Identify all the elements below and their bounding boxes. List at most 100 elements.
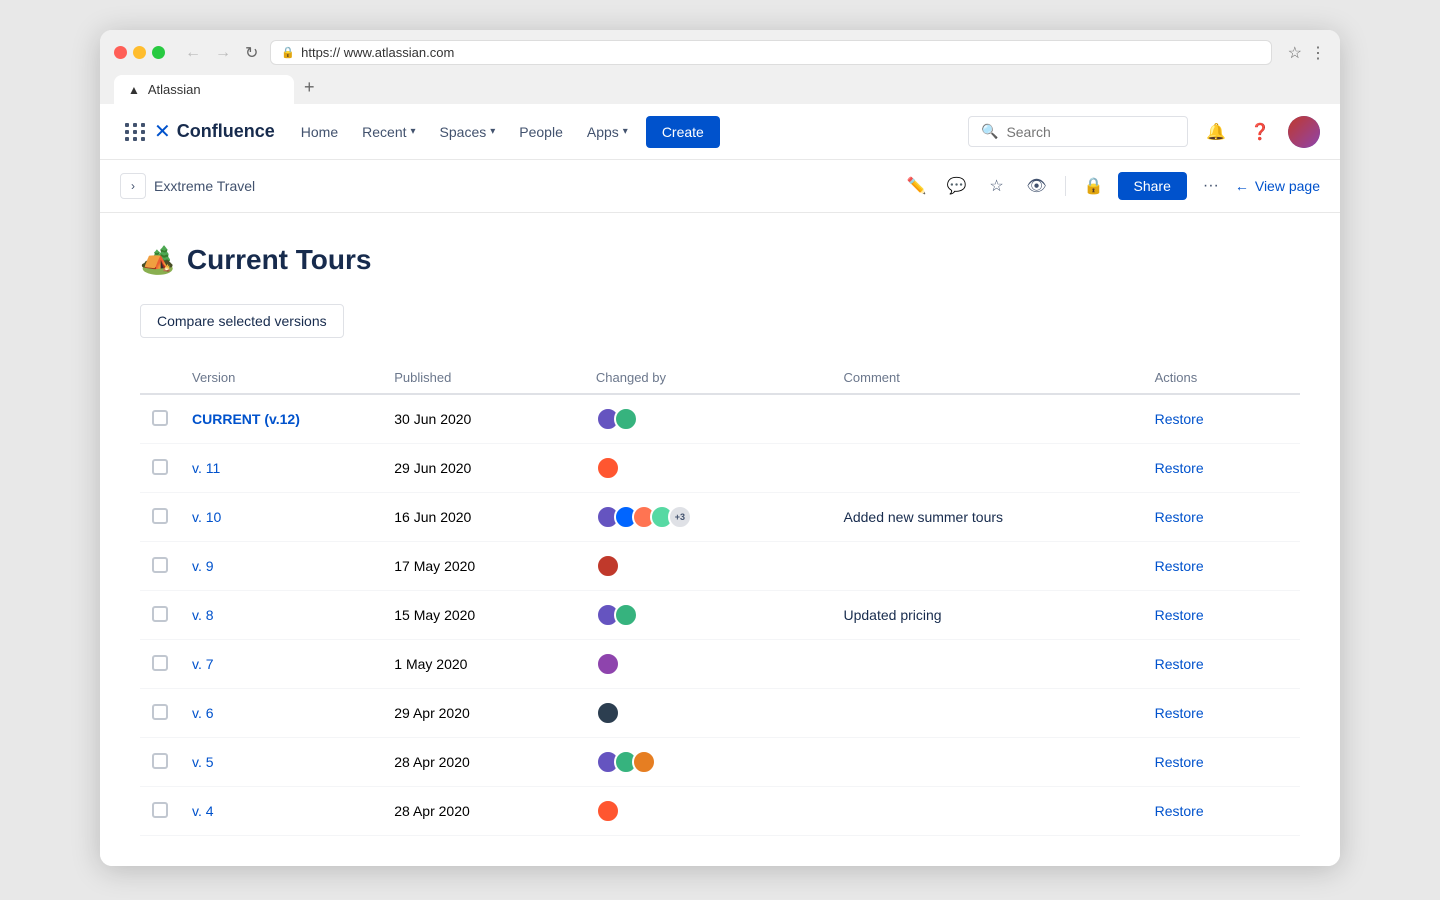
versions-table: Version Published Changed by Comment Act	[140, 362, 1300, 836]
page-title-text: Current Tours	[187, 244, 372, 276]
avatars-group	[596, 750, 820, 774]
avatars-group	[596, 701, 820, 725]
reload-button[interactable]: ↻	[241, 41, 262, 65]
version-checkbox[interactable]	[152, 753, 168, 769]
nav-recent[interactable]: Recent ▾	[352, 116, 425, 148]
restore-button[interactable]: Restore	[1155, 656, 1204, 672]
close-traffic-light[interactable]	[114, 46, 127, 59]
table-row: v. 6 29 Apr 2020 Restore	[140, 689, 1300, 738]
avatars-group	[596, 799, 820, 823]
restrict-button[interactable]: 🔒	[1078, 170, 1110, 202]
version-checkbox[interactable]	[152, 410, 168, 426]
avatar-count: +3	[668, 505, 692, 529]
version-checkbox[interactable]	[152, 508, 168, 524]
nav-home[interactable]: Home	[291, 116, 348, 148]
restore-button[interactable]: Restore	[1155, 803, 1204, 819]
logo-text: Confluence	[177, 121, 275, 142]
share-button[interactable]: Share	[1118, 172, 1187, 200]
nav-spaces[interactable]: Spaces ▾	[430, 116, 506, 148]
version-link[interactable]: CURRENT (v.12)	[192, 411, 300, 427]
comment-button[interactable]: 💬	[941, 170, 973, 202]
version-checkbox[interactable]	[152, 606, 168, 622]
recent-chevron-icon: ▾	[411, 126, 416, 137]
help-button[interactable]: ❓	[1244, 116, 1276, 148]
restore-button[interactable]: Restore	[1155, 607, 1204, 623]
published-date: 28 Apr 2020	[394, 803, 470, 819]
page-toolbar: › Exxtreme Travel ✏️ 💬 ☆ 👁 🔒 Share ··· ←…	[100, 160, 1340, 213]
search-icon: 🔍	[981, 123, 998, 140]
th-actions: Actions	[1143, 362, 1300, 394]
back-button[interactable]: ←	[181, 41, 205, 65]
th-comment: Comment	[832, 362, 1143, 394]
bookmark-button[interactable]: ☆	[1288, 43, 1302, 63]
version-checkbox[interactable]	[152, 802, 168, 818]
version-link[interactable]: v. 5	[192, 754, 214, 770]
table-row: v. 4 28 Apr 2020 Restore	[140, 787, 1300, 836]
table-row: v. 10 16 Jun 2020 +3 Added new summe	[140, 493, 1300, 542]
version-link[interactable]: v. 7	[192, 656, 214, 672]
tab-bar: ▲ Atlassian +	[114, 73, 1326, 104]
restore-button[interactable]: Restore	[1155, 411, 1204, 427]
published-date: 30 Jun 2020	[394, 411, 471, 427]
notifications-button[interactable]: 🔔	[1200, 116, 1232, 148]
version-checkbox[interactable]	[152, 557, 168, 573]
published-date: 16 Jun 2020	[394, 509, 471, 525]
nav-logo[interactable]: ✕ Confluence	[154, 119, 275, 144]
th-published: Published	[382, 362, 584, 394]
address-bar[interactable]: 🔒 https:// www.atlassian.com	[270, 40, 1271, 65]
browser-chrome: ← → ↻ 🔒 https:// www.atlassian.com ☆ ⋮ ▲…	[100, 30, 1340, 104]
avatars-group	[596, 407, 820, 431]
menu-button[interactable]: ⋮	[1310, 43, 1326, 63]
search-input[interactable]	[1006, 124, 1175, 140]
forward-button[interactable]: →	[211, 41, 235, 65]
version-link[interactable]: v. 10	[192, 509, 221, 525]
minimize-traffic-light[interactable]	[133, 46, 146, 59]
restore-button[interactable]: Restore	[1155, 460, 1204, 476]
version-link[interactable]: v. 6	[192, 705, 214, 721]
edit-button[interactable]: ✏️	[901, 170, 933, 202]
version-checkbox[interactable]	[152, 459, 168, 475]
table-row: v. 9 17 May 2020 Restore	[140, 542, 1300, 591]
grid-menu-button[interactable]	[120, 117, 150, 147]
sidebar-toggle-button[interactable]: ›	[120, 173, 146, 199]
more-button[interactable]: ···	[1195, 170, 1227, 202]
recent-label: Recent	[362, 124, 406, 140]
star-button[interactable]: ☆	[981, 170, 1013, 202]
view-page-button[interactable]: ← View page	[1235, 178, 1320, 194]
browser-actions: ☆ ⋮	[1288, 43, 1326, 63]
restore-button[interactable]: Restore	[1155, 754, 1204, 770]
published-date: 28 Apr 2020	[394, 754, 470, 770]
create-button[interactable]: Create	[646, 116, 720, 148]
published-date: 29 Apr 2020	[394, 705, 470, 721]
th-changed-by: Changed by	[584, 362, 832, 394]
nav-apps[interactable]: Apps ▾	[577, 116, 638, 148]
restore-button[interactable]: Restore	[1155, 509, 1204, 525]
version-checkbox[interactable]	[152, 655, 168, 671]
apps-chevron-icon: ▾	[623, 126, 628, 137]
tab-title: Atlassian	[148, 82, 201, 97]
search-box[interactable]: 🔍	[968, 116, 1188, 147]
compare-versions-button[interactable]: Compare selected versions	[140, 304, 344, 338]
user-avatar[interactable]	[1288, 116, 1320, 148]
active-tab[interactable]: ▲ Atlassian	[114, 75, 294, 104]
grid-dot	[133, 137, 137, 141]
maximize-traffic-light[interactable]	[152, 46, 165, 59]
published-date: 1 May 2020	[394, 656, 467, 672]
new-tab-button[interactable]: +	[296, 73, 323, 102]
browser-nav: ← → ↻	[181, 41, 262, 65]
restore-button[interactable]: Restore	[1155, 558, 1204, 574]
version-link[interactable]: v. 4	[192, 803, 214, 819]
spaces-chevron-icon: ▾	[490, 126, 495, 137]
version-link[interactable]: v. 9	[192, 558, 214, 574]
version-checkbox[interactable]	[152, 704, 168, 720]
watch-button[interactable]: 👁	[1021, 170, 1053, 202]
version-link[interactable]: v. 8	[192, 607, 214, 623]
grid-dot	[125, 130, 129, 134]
toolbar-actions: ✏️ 💬 ☆ 👁 🔒 Share ··· ← View page	[901, 170, 1321, 202]
nav-people[interactable]: People	[509, 116, 573, 148]
avatars-group	[596, 652, 820, 676]
restore-button[interactable]: Restore	[1155, 705, 1204, 721]
table-row: v. 11 29 Jun 2020 Restore	[140, 444, 1300, 493]
version-link[interactable]: v. 11	[192, 460, 220, 476]
table-row: v. 5 28 Apr 2020 Restore	[140, 738, 1300, 787]
